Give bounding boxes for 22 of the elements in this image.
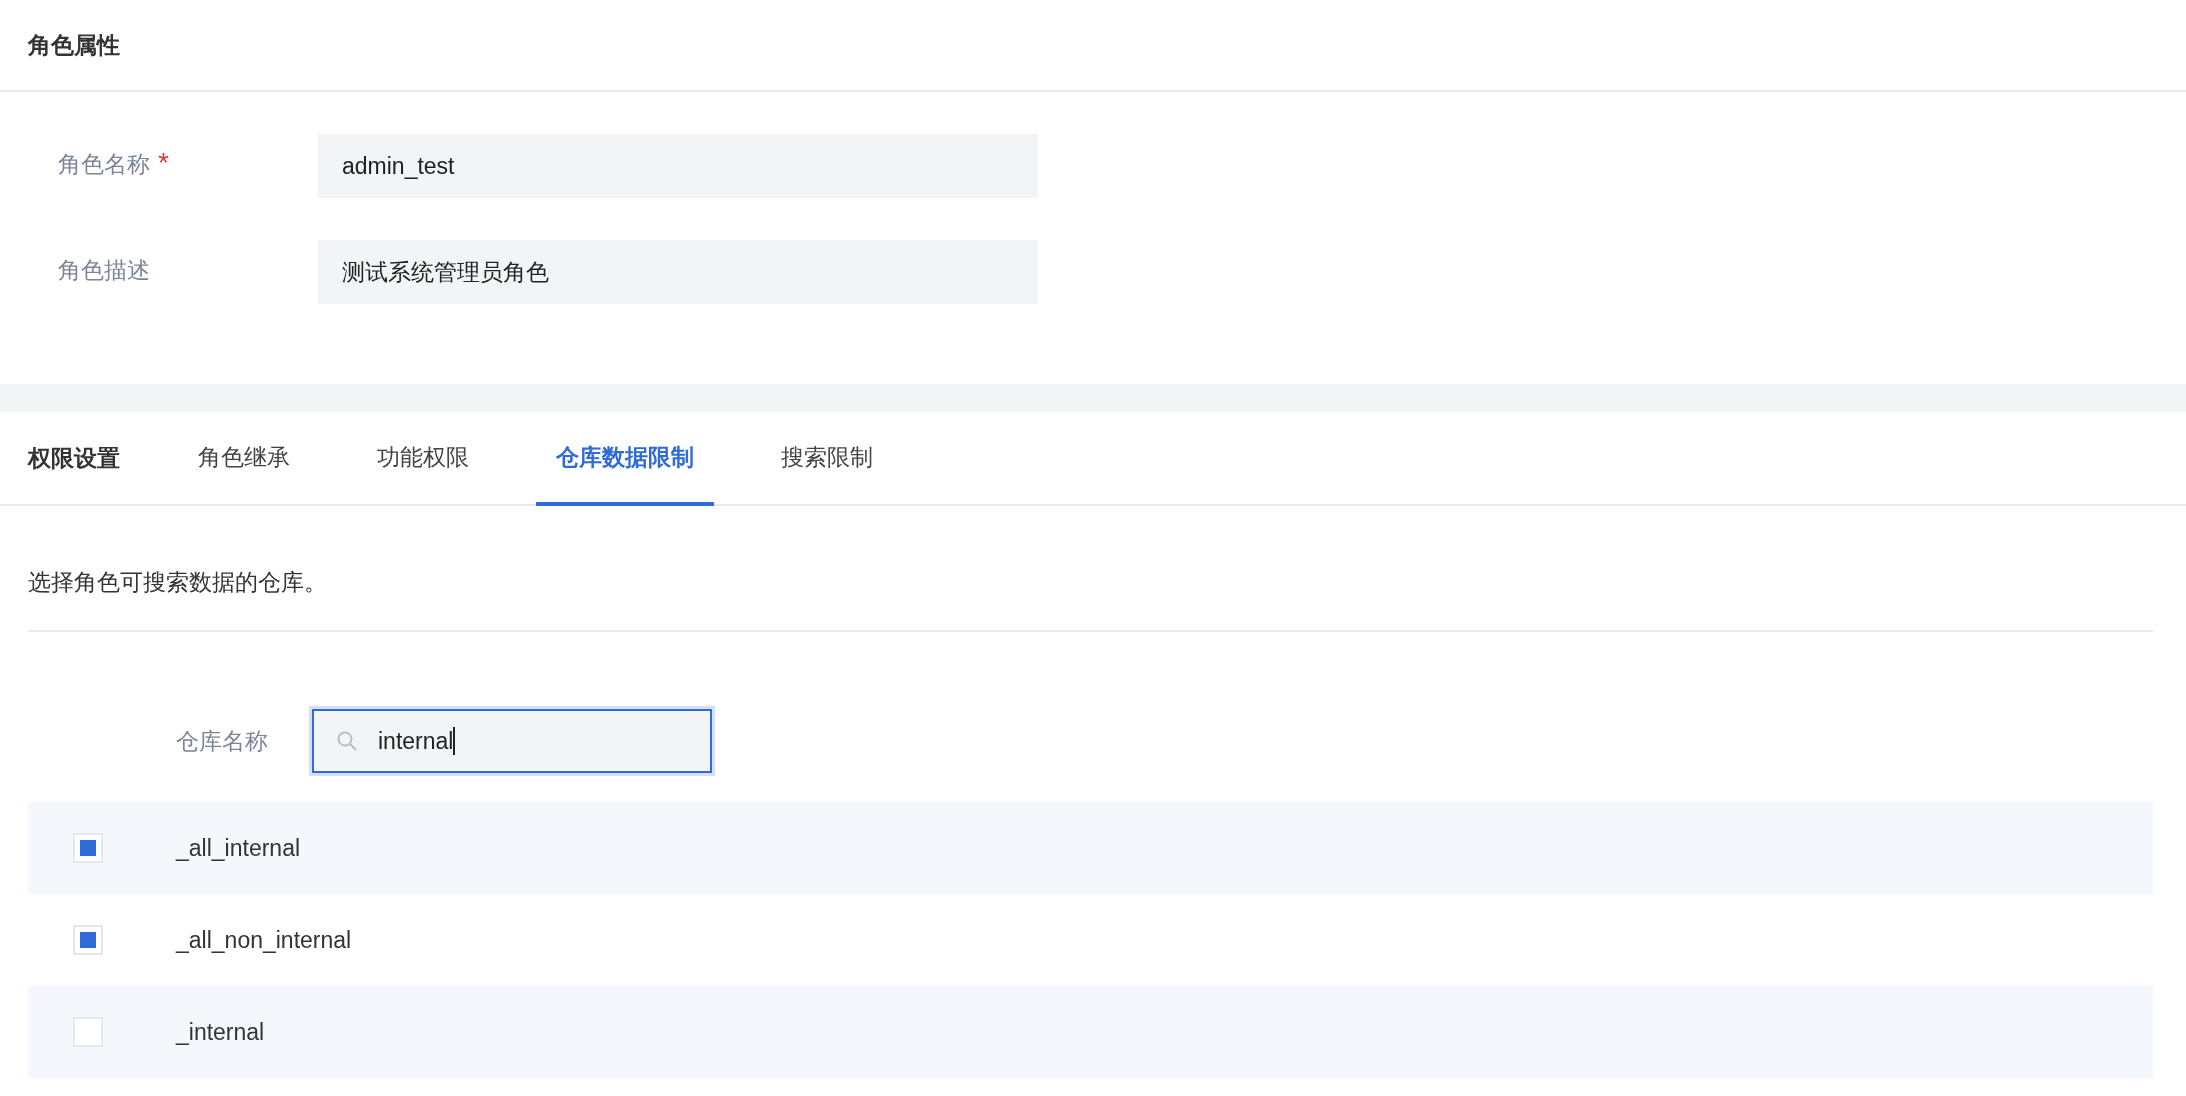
- section-title: 角色属性: [28, 30, 120, 60]
- tab[interactable]: 搜索限制: [761, 412, 893, 506]
- field-label: 仓库名称: [176, 726, 269, 756]
- tab[interactable]: 仓库数据限制: [536, 412, 714, 506]
- text-field[interactable]: 测试系统管理员角色: [318, 240, 1038, 304]
- search-text: internal: [378, 727, 454, 755]
- checkbox[interactable]: [73, 1017, 103, 1047]
- checkbox[interactable]: [73, 925, 103, 955]
- required-asterisk: *: [158, 148, 169, 177]
- field-label: 角色名称: [58, 149, 150, 179]
- warehouse-name: _all_non_internal: [176, 926, 352, 954]
- tab[interactable]: 角色继承: [178, 412, 310, 506]
- warehouse-name: _internal: [176, 1018, 265, 1046]
- section-title: 权限设置: [28, 443, 120, 473]
- tab[interactable]: 功能权限: [357, 412, 489, 506]
- field-label: 角色描述: [58, 255, 150, 285]
- text-field[interactable]: admin_test: [318, 134, 1038, 198]
- checkbox[interactable]: [73, 833, 103, 863]
- warehouse-name: _all_internal: [176, 834, 301, 862]
- description-text: 选择角色可搜索数据的仓库。: [28, 567, 327, 597]
- search-field[interactable]: internal: [312, 709, 712, 773]
- search-icon: [336, 730, 358, 752]
